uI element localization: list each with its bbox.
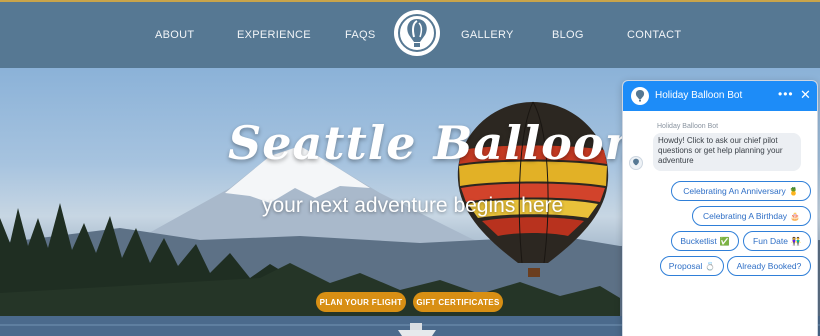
bot-message: Howdy! Click to ask our chief pilot ques… [653, 133, 801, 171]
top-navigation: ABOUT EXPERIENCE FAQS GALLERY BLOG CONTA… [0, 2, 820, 68]
hero-subtitle: your next adventure begins here [262, 194, 564, 217]
chat-widget: Holiday Balloon Bot ••• ✕ Holiday Balloo… [622, 80, 818, 336]
bot-avatar-icon [631, 87, 649, 105]
gift-certificates-button[interactable]: GIFT CERTIFICATES [413, 292, 503, 312]
nav-experience[interactable]: EXPERIENCE [237, 29, 311, 41]
option-label: Bucketlist [680, 236, 717, 246]
chat-title: Holiday Balloon Bot [655, 90, 743, 101]
message-avatar-icon [629, 156, 643, 170]
nav-faqs[interactable]: FAQS [345, 29, 376, 41]
checkmark-icon: ✅ [719, 236, 730, 246]
chat-header: Holiday Balloon Bot ••• ✕ [623, 81, 817, 111]
nav-contact[interactable]: CONTACT [627, 29, 681, 41]
option-label: Fun Date [753, 236, 788, 246]
option-label: Proposal [668, 261, 703, 271]
option-birthday[interactable]: Celebrating A Birthday 🎂 [692, 206, 811, 226]
nav-gallery[interactable]: GALLERY [461, 29, 514, 41]
page: ABOUT EXPERIENCE FAQS GALLERY BLOG CONTA… [0, 0, 820, 336]
ring-icon: 💍 [705, 261, 716, 271]
bot-name-label: Holiday Balloon Bot [657, 123, 719, 130]
more-options-icon[interactable]: ••• [778, 87, 794, 101]
nav-about[interactable]: ABOUT [155, 29, 194, 41]
option-label: Celebrating A Birthday [702, 211, 788, 221]
option-already-booked[interactable]: Already Booked? [727, 256, 811, 276]
pineapple-icon: 🍍 [788, 186, 799, 196]
option-label: Already Booked? [736, 261, 802, 271]
plan-your-flight-button[interactable]: PLAN YOUR FLIGHT [316, 292, 406, 312]
option-proposal[interactable]: Proposal 💍 [660, 256, 724, 276]
couple-icon: 👫 [791, 236, 801, 246]
option-fun-date[interactable]: Fun Date 👫 [743, 231, 811, 251]
nav-blog[interactable]: BLOG [552, 29, 584, 41]
option-label: Celebrating An Anniversary [683, 186, 786, 196]
option-bucketlist[interactable]: Bucketlist ✅ [671, 231, 739, 251]
option-anniversary[interactable]: Celebrating An Anniversary 🍍 [671, 181, 811, 201]
balloon-logo-icon[interactable] [394, 10, 440, 56]
close-icon[interactable]: ✕ [800, 87, 811, 103]
cake-icon: 🎂 [790, 211, 801, 221]
